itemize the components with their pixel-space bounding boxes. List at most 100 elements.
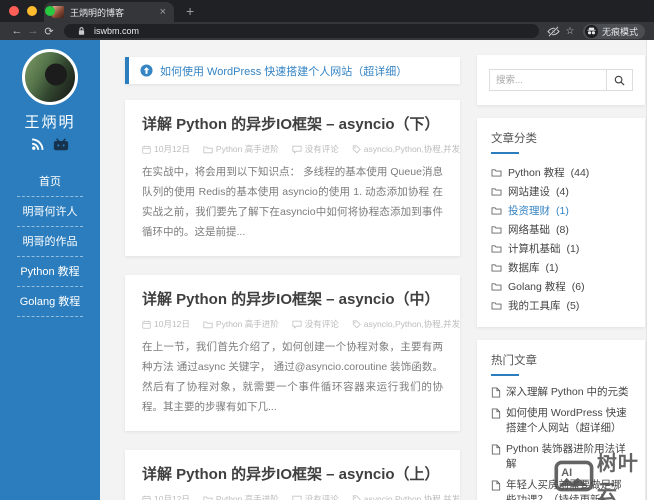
sidebar-item-works[interactable]: 明哥的作品 bbox=[17, 227, 83, 257]
post-date: 10月12日 bbox=[142, 493, 190, 500]
categories-widget: 文章分类 Python 教程 (44) 网站建设 (4) 投资理财 (1) 网络… bbox=[477, 118, 645, 327]
avatar bbox=[22, 49, 78, 105]
tags-icon bbox=[352, 494, 361, 500]
post-meta: 10月12日 Python 高手进阶 没有评论 asyncio,Python,协… bbox=[142, 493, 460, 500]
calendar-icon bbox=[142, 320, 151, 329]
zoom-window-button[interactable] bbox=[45, 6, 55, 16]
tab-close-icon[interactable]: × bbox=[160, 6, 166, 18]
notice-link[interactable]: 如何使用 WordPress 快速搭建个人网站（超详细） bbox=[160, 63, 407, 79]
comment-icon bbox=[292, 320, 302, 329]
document-icon bbox=[491, 479, 501, 491]
post-tags-link[interactable]: asyncio,Python,协程,并发 bbox=[352, 143, 460, 155]
title-underline bbox=[491, 374, 519, 376]
browser-toolbar: ← → ⟳ iswbm.com ☆ 无痕模式 bbox=[0, 22, 654, 40]
post-date: 10月12日 bbox=[142, 143, 190, 155]
forward-icon[interactable]: → bbox=[25, 25, 41, 37]
category-item-cs-basics[interactable]: 计算机基础 (1) bbox=[491, 239, 631, 258]
post-card: 详解 Python 的异步IO框架 – asyncio（中） 10月12日 Py… bbox=[125, 275, 460, 431]
categories-title: 文章分类 bbox=[491, 133, 537, 145]
post-category-link[interactable]: Python 高手进阶 bbox=[203, 143, 279, 155]
incognito-badge[interactable]: 无痕模式 bbox=[582, 23, 645, 39]
post-category-link[interactable]: Python 高手进阶 bbox=[203, 493, 279, 500]
url-text: iswbm.com bbox=[94, 26, 140, 36]
reload-icon[interactable]: ⟳ bbox=[41, 25, 57, 38]
comment-icon bbox=[292, 145, 302, 154]
search-input[interactable] bbox=[489, 69, 606, 91]
window-controls bbox=[9, 6, 55, 16]
sidebar-item-home[interactable]: 首页 bbox=[17, 167, 83, 197]
new-tab-button[interactable]: + bbox=[186, 3, 194, 19]
incognito-label: 无痕模式 bbox=[601, 26, 638, 37]
post-title-link[interactable]: 详解 Python 的异步IO框架 – asyncio（上） bbox=[142, 463, 443, 484]
back-icon[interactable]: ← bbox=[9, 25, 25, 37]
category-item-network[interactable]: 网络基础 (8) bbox=[491, 220, 631, 239]
tags-icon bbox=[352, 319, 361, 328]
post-title-link[interactable]: 详解 Python 的异步IO框架 – asyncio（下） bbox=[142, 113, 443, 134]
category-item-website[interactable]: 网站建设 (4) bbox=[491, 182, 631, 201]
minimize-window-button[interactable] bbox=[27, 6, 37, 16]
sidebar-item-python[interactable]: Python 教程 bbox=[17, 257, 83, 287]
post-comments-link[interactable]: 没有评论 bbox=[292, 318, 339, 330]
bookmark-star-icon[interactable]: ☆ bbox=[562, 26, 578, 37]
tags-icon bbox=[352, 144, 361, 153]
folder-icon bbox=[491, 245, 502, 253]
search-icon bbox=[614, 75, 625, 86]
post-card: 详解 Python 的异步IO框架 – asyncio（下） 10月12日 Py… bbox=[125, 100, 460, 256]
post-tags-link[interactable]: asyncio,Python,协程,并发 bbox=[352, 318, 460, 330]
post-card: 详解 Python 的异步IO框架 – asyncio（上） 10月12日 Py… bbox=[125, 450, 460, 500]
document-icon bbox=[491, 387, 501, 398]
page-right-gutter bbox=[646, 40, 654, 500]
title-underline bbox=[491, 152, 519, 154]
post-title-link[interactable]: 详解 Python 的异步IO框架 – asyncio（中） bbox=[142, 288, 443, 309]
sidebar-item-about[interactable]: 明哥何许人 bbox=[17, 197, 83, 227]
category-item-toolbox[interactable]: 我的工具库 (5) bbox=[491, 296, 631, 315]
category-item-python[interactable]: Python 教程 (44) bbox=[491, 163, 631, 182]
folder-icon bbox=[491, 169, 502, 177]
category-item-golang[interactable]: Golang 教程 (6) bbox=[491, 277, 631, 296]
post-tags-link[interactable]: asyncio,Python,协程,并发 bbox=[352, 493, 460, 500]
category-list: Python 教程 (44) 网站建设 (4) 投资理财 (1) 网络基础 (8) bbox=[477, 163, 645, 327]
tab-title: 王炳明的博客 bbox=[70, 7, 125, 18]
rss-icon[interactable] bbox=[31, 138, 44, 156]
folder-icon bbox=[491, 188, 502, 196]
bilibili-icon[interactable] bbox=[53, 138, 69, 156]
post-date: 10月12日 bbox=[142, 318, 190, 330]
arrow-up-circle-icon bbox=[140, 64, 153, 77]
calendar-icon bbox=[142, 145, 151, 154]
search-button[interactable] bbox=[606, 69, 633, 91]
document-icon bbox=[491, 443, 501, 455]
comment-icon bbox=[292, 495, 302, 500]
address-bar[interactable]: iswbm.com bbox=[64, 24, 539, 38]
hot-article-link[interactable]: 如何使用 WordPress 快速搭建个人网站（超详细） bbox=[491, 406, 631, 437]
sidebar-nav: 首页 明哥何许人 明哥的作品 Python 教程 Golang 教程 bbox=[17, 167, 83, 317]
folder-icon bbox=[203, 496, 213, 500]
hot-article-link[interactable]: 深入理解 Python 中的元类 bbox=[491, 385, 631, 401]
main-column: 如何使用 WordPress 快速搭建个人网站（超详细） 详解 Python 的… bbox=[125, 57, 460, 500]
category-item-invest[interactable]: 投资理财 (1) bbox=[491, 201, 631, 220]
browser-tab[interactable]: 王炳明的博客 × bbox=[44, 2, 174, 22]
eye-slash-icon[interactable] bbox=[546, 25, 562, 37]
svg-text:AI: AI bbox=[561, 467, 572, 479]
folder-icon bbox=[491, 207, 502, 215]
watermark: AI 树叶云 bbox=[554, 447, 654, 500]
post-category-link[interactable]: Python 高手进阶 bbox=[203, 318, 279, 330]
pinned-notice[interactable]: 如何使用 WordPress 快速搭建个人网站（超详细） bbox=[125, 57, 460, 84]
folder-icon bbox=[491, 302, 502, 310]
left-sidebar: 王炳明 首页 明哥何许人 明哥的作品 Python 教程 Golang 教程 bbox=[0, 40, 100, 500]
hot-articles-title: 热门文章 bbox=[491, 355, 537, 367]
post-comments-link[interactable]: 没有评论 bbox=[292, 143, 339, 155]
browser-window: 王炳明的博客 × + ← → ⟳ iswbm.com ☆ 无痕模式 王炳明 首页… bbox=[0, 0, 654, 500]
lock-icon bbox=[73, 26, 89, 36]
post-excerpt: 在实战中，将会用到以下知识点： 多线程的基本使用 Queue消息队列的使用 Re… bbox=[142, 166, 443, 238]
category-item-database[interactable]: 数据库 (1) bbox=[491, 258, 631, 277]
document-icon bbox=[491, 407, 501, 419]
close-window-button[interactable] bbox=[9, 6, 19, 16]
post-comments-link[interactable]: 没有评论 bbox=[292, 493, 339, 500]
folder-icon bbox=[491, 283, 502, 291]
post-excerpt: 在上一节，我们首先介绍了，如何创建一个协程对象，主要有两种方法 通过async … bbox=[142, 341, 443, 413]
sidebar-item-golang[interactable]: Golang 教程 bbox=[17, 287, 83, 317]
folder-icon bbox=[491, 226, 502, 234]
post-meta: 10月12日 Python 高手进阶 没有评论 asyncio,Python,协… bbox=[142, 318, 460, 330]
blog-page: 王炳明 首页 明哥何许人 明哥的作品 Python 教程 Golang 教程 如… bbox=[0, 40, 654, 500]
profile-name: 王炳明 bbox=[24, 114, 76, 131]
